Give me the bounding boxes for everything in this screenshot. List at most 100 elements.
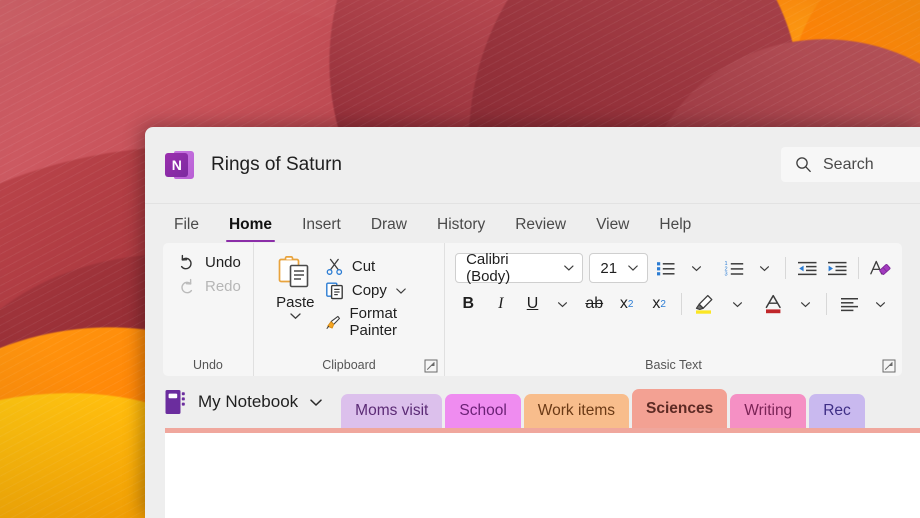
ribbon-tab-review[interactable]: Review (506, 216, 575, 243)
chevron-down-icon (691, 265, 702, 272)
numbered-list-icon: 1 2 3 (724, 260, 745, 277)
copy-button[interactable]: Copy (325, 281, 432, 300)
page-area (145, 428, 920, 518)
font-size-dropdown[interactable]: 21 (589, 253, 648, 283)
underline-button[interactable]: U (520, 291, 545, 317)
title-bar: N Rings of Saturn Search (145, 127, 920, 203)
section-tab-rec[interactable]: Rec (809, 394, 865, 428)
ribbon-tab-help[interactable]: Help (650, 216, 700, 243)
notebook-selector[interactable]: My Notebook (165, 389, 323, 428)
ribbon-group-clipboard: Paste Cut (253, 243, 444, 376)
font-name-dropdown[interactable]: Calibri (Body) (455, 253, 583, 283)
ribbon-tab-view[interactable]: View (587, 216, 638, 243)
ribbon-group-basic-text: Calibri (Body) 21 (444, 243, 902, 376)
bullets-button[interactable] (654, 255, 678, 281)
chevron-down-icon (563, 264, 575, 272)
group-label-undo: Undo (163, 354, 253, 376)
bullets-dropdown[interactable] (684, 255, 708, 281)
section-tab-school[interactable]: School (445, 394, 520, 428)
subscript-base: x (620, 295, 628, 313)
align-button[interactable] (836, 291, 862, 317)
subscript-button[interactable]: x2 (613, 291, 639, 317)
paste-label: Paste (276, 294, 314, 311)
chevron-down-icon (875, 301, 886, 308)
decrease-indent-button[interactable] (795, 255, 819, 281)
search-box[interactable]: Search (781, 147, 920, 182)
redo-label: Redo (205, 278, 241, 295)
cut-label: Cut (352, 258, 375, 275)
align-text-icon (839, 296, 860, 313)
desktop-wallpaper: N Rings of Saturn Search File Home Inser… (0, 0, 920, 518)
font-color-button[interactable] (761, 291, 787, 317)
highlight-dropdown[interactable] (725, 291, 749, 317)
logo-letter: N (165, 153, 188, 177)
onenote-logo-icon: N (165, 150, 195, 180)
ribbon-tab-strip: File Home Insert Draw History Review Vie… (145, 203, 920, 243)
underline-dropdown[interactable] (551, 291, 575, 317)
superscript-base: x (652, 295, 660, 313)
subscript-index: 2 (628, 299, 634, 310)
chevron-down-icon (759, 265, 770, 272)
section-tab-work-items[interactable]: Work items (524, 394, 629, 428)
ribbon: Undo Redo Undo (163, 243, 902, 376)
page-accent-bar (165, 428, 920, 433)
font-name-value: Calibri (Body) (466, 251, 555, 285)
dialog-launcher-icon[interactable] (882, 359, 896, 373)
bold-button[interactable]: B (455, 291, 481, 317)
group-label-clipboard: Clipboard (254, 354, 444, 376)
increase-indent-button[interactable] (825, 255, 849, 281)
cut-button[interactable]: Cut (325, 257, 432, 276)
ribbon-tab-draw[interactable]: Draw (362, 216, 416, 243)
section-tab-moms-visit[interactable]: Moms visit (341, 394, 442, 428)
italic-button[interactable]: I (488, 291, 514, 317)
highlight-button[interactable] (691, 291, 719, 317)
undo-arrow-icon (177, 253, 196, 272)
dialog-launcher-icon[interactable] (424, 359, 438, 373)
font-color-dropdown[interactable] (793, 291, 817, 317)
search-icon (795, 156, 812, 173)
group-label-basic-text: Basic Text (445, 354, 902, 376)
strikethrough-button[interactable]: ab (581, 291, 607, 317)
copy-pages-icon (325, 281, 344, 300)
section-tab-strip: Moms visit School Work items Sciences Wr… (341, 389, 865, 428)
chevron-down-icon (395, 287, 407, 295)
chevron-down-icon (800, 301, 811, 308)
notebook-icon (165, 389, 187, 415)
ribbon-tab-history[interactable]: History (428, 216, 494, 243)
section-tab-writing[interactable]: Writing (730, 394, 806, 428)
chevron-down-icon (309, 398, 323, 407)
ribbon-tab-insert[interactable]: Insert (293, 216, 350, 243)
undo-label: Undo (205, 254, 241, 271)
svg-text:3: 3 (724, 271, 727, 276)
search-placeholder: Search (823, 156, 874, 174)
chevron-down-icon (557, 301, 568, 308)
redo-button[interactable]: Redo (177, 277, 241, 296)
clear-formatting-button[interactable] (868, 255, 892, 281)
notebook-name: My Notebook (198, 392, 298, 412)
superscript-button[interactable]: x2 (646, 291, 672, 317)
paintbrush-icon (325, 313, 342, 332)
text-highlight-icon (693, 293, 717, 315)
ribbon-group-undo: Undo Redo Undo (163, 243, 253, 376)
numbering-button[interactable]: 1 2 3 (722, 255, 746, 281)
clear-formatting-icon (868, 258, 892, 278)
chevron-down-icon (289, 312, 302, 320)
paste-button[interactable]: Paste (266, 253, 325, 354)
format-painter-button[interactable]: Format Painter (325, 305, 432, 339)
align-dropdown[interactable] (868, 291, 892, 317)
decrease-indent-icon (797, 260, 818, 277)
font-color-icon (763, 293, 785, 315)
divider (858, 257, 859, 279)
increase-indent-icon (827, 260, 848, 277)
numbering-dropdown[interactable] (752, 255, 776, 281)
redo-arrow-icon (177, 277, 196, 296)
basic-text-row-1: Calibri (Body) 21 (455, 253, 892, 283)
ribbon-tab-home[interactable]: Home (220, 216, 281, 243)
undo-button[interactable]: Undo (177, 253, 241, 272)
superscript-index: 2 (660, 299, 666, 310)
page-canvas[interactable] (165, 428, 920, 518)
chevron-down-icon (627, 264, 639, 272)
ribbon-tab-file[interactable]: File (165, 216, 208, 243)
section-tab-sciences[interactable]: Sciences (632, 389, 727, 428)
bulleted-list-icon (656, 260, 676, 277)
